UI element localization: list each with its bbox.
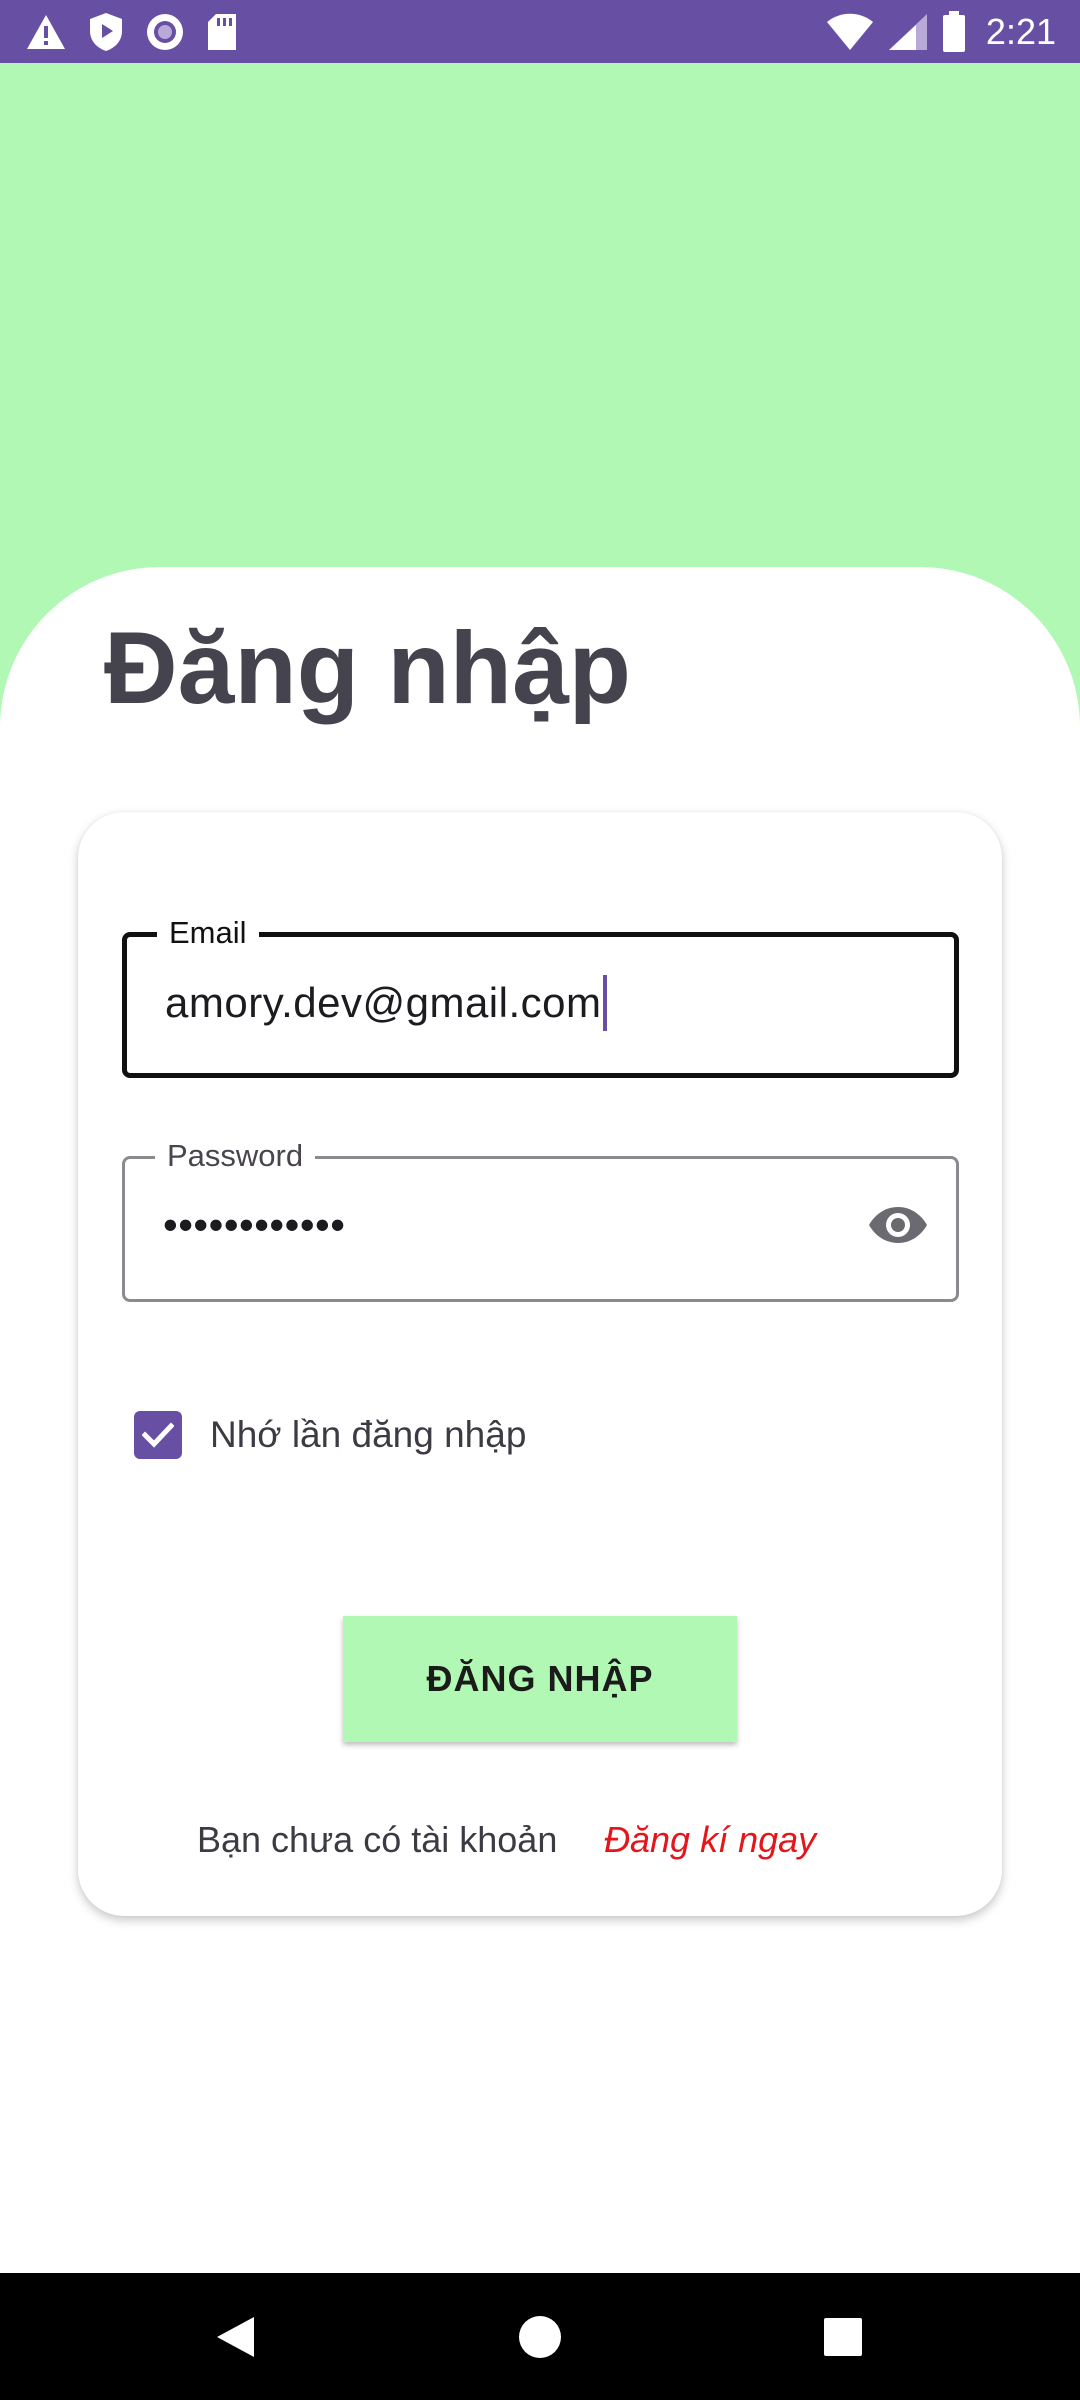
checkmark-icon	[142, 1422, 174, 1448]
email-label: Email	[157, 915, 259, 951]
signup-link[interactable]: Đăng kí ngay	[604, 1812, 816, 1868]
back-button[interactable]	[199, 2301, 271, 2373]
email-value: amory.dev@gmail.com	[165, 979, 602, 1026]
password-label: Password	[155, 1138, 316, 1174]
page-title: Đăng nhập	[104, 611, 631, 725]
recents-icon	[824, 2318, 862, 2356]
wifi-icon	[826, 13, 873, 50]
back-icon	[217, 2317, 254, 2357]
status-bar: 2:21	[0, 0, 1080, 63]
status-notification-icons	[26, 12, 238, 52]
record-icon	[147, 14, 183, 50]
remember-checkbox[interactable]	[134, 1411, 182, 1459]
navigation-bar	[0, 2273, 1080, 2400]
text-cursor	[603, 975, 608, 1031]
password-value: ••••••••••••	[163, 1201, 346, 1248]
eye-icon[interactable]	[868, 1201, 928, 1249]
recents-button[interactable]	[807, 2301, 879, 2373]
remember-label: Nhớ lần đăng nhập	[210, 1414, 527, 1455]
home-button[interactable]	[504, 2301, 576, 2373]
battery-icon	[942, 11, 965, 52]
password-input[interactable]: ••••••••••••	[163, 1197, 345, 1253]
warning-icon	[27, 15, 65, 49]
home-icon	[519, 2316, 561, 2358]
email-input[interactable]: amory.dev@gmail.com	[165, 975, 608, 1031]
shield-play-icon	[90, 13, 122, 51]
email-field[interactable]: Email amory.dev@gmail.com	[122, 915, 959, 1078]
remember-login-row[interactable]: Nhớ lần đăng nhập	[134, 1409, 526, 1461]
signup-row: Bạn chưa có tài khoản Đăng kí ngay	[0, 1812, 1080, 1868]
signup-prompt: Bạn chưa có tài khoản	[197, 1819, 558, 1860]
login-button[interactable]: ĐĂNG NHẬP	[343, 1616, 737, 1742]
signal-icon	[888, 14, 927, 50]
password-field[interactable]: Password ••••••••••••	[122, 1138, 959, 1302]
status-system-icons: 2:21	[826, 10, 1056, 54]
status-time: 2:21	[985, 11, 1056, 52]
sd-card-icon	[208, 14, 236, 50]
